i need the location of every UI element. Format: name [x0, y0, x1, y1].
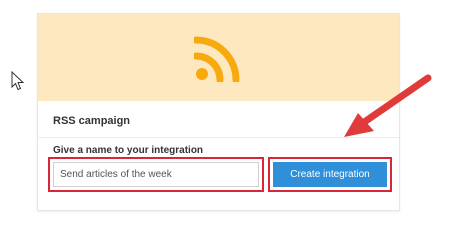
integration-name-highlight	[48, 157, 264, 192]
create-integration-button[interactable]: Create integration	[273, 162, 387, 187]
screenshot-stage: RSS campaign Give a name to your integra…	[0, 0, 452, 213]
create-integration-highlight: Create integration	[268, 157, 392, 192]
integration-name-label: Give a name to your integration	[53, 145, 204, 156]
mouse-pointer-icon	[11, 71, 25, 91]
red-arrow-icon	[344, 74, 432, 137]
integration-name-input[interactable]	[53, 162, 259, 187]
card-title: RSS campaign	[53, 115, 131, 127]
rss-icon	[194, 36, 240, 82]
